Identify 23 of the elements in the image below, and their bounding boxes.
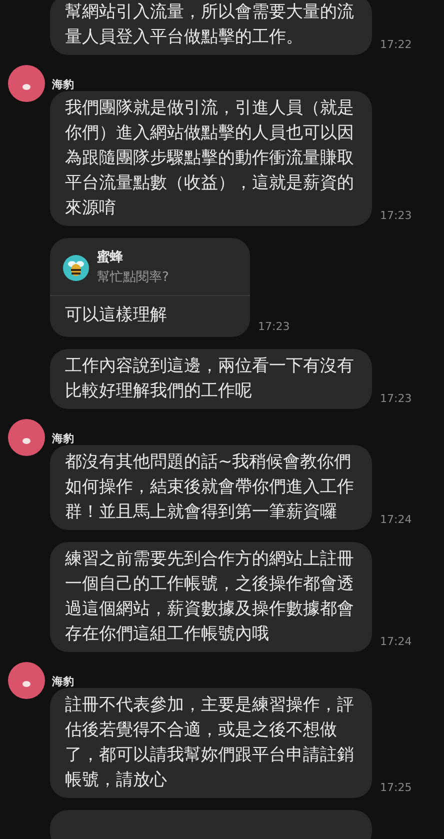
message-time: 17:22 [380, 36, 412, 52]
message-bubble: 幫網站引入流量，所以會需要大量的流量人員登入平台做點擊的工作。 [50, 0, 372, 55]
avatar-icon[interactable] [8, 65, 45, 102]
message-time: 17:24 [380, 512, 412, 528]
message-bubble: 都沒有其他問題的話~我稍候會教你們如何操作，結束後就會帶你們進入工作群！並且馬上就會得到第一筆薪資囉 [50, 445, 372, 530]
bee-avatar-icon [63, 254, 89, 280]
message-bubble: 我們團隊就是做引流，引進人員（就是你們）進入網站做點擊的人員也可以因為跟隨團隊步驟點擊的動作衝流量賺取平台流量點數（收益），這就是薪資的來源唷 [50, 91, 372, 226]
quoted-text: 幫忙點閱率? [97, 268, 169, 286]
sender-name: 海豹 [52, 77, 74, 93]
message-time: 17:24 [380, 634, 412, 650]
avatar-icon[interactable] [8, 419, 45, 456]
message-time: 17:23 [380, 390, 412, 406]
message-time: 17:23 [380, 208, 412, 224]
message-text: 可以這樣理解 [65, 305, 167, 325]
sender-name: 海豹 [52, 674, 74, 690]
quoted-name: 蜜蜂 [97, 248, 124, 267]
avatar-icon[interactable] [8, 662, 45, 699]
sender-name: 海豹 [52, 431, 74, 447]
message-time: 17:25 [380, 780, 412, 796]
message-bubble: 註冊不代表參加，主要是練習操作，評估後若覺得不合適，或是之後不想做了，都可以請我幫妳們跟平台申請註銷帳號，請放心 [50, 688, 372, 798]
message-bubble: 工作內容說到這邊，兩位看一下有沒有比較好理解我們的工作呢 [50, 349, 372, 409]
message-time: 17:23 [258, 318, 290, 334]
message-bubble: 練習之前需要先到合作方的網站上註冊一個自己的工作帳號，之後操作都會透過這個網站，薪資數據及操作數據都會存在你們這組工作帳號內哦 [50, 542, 372, 652]
